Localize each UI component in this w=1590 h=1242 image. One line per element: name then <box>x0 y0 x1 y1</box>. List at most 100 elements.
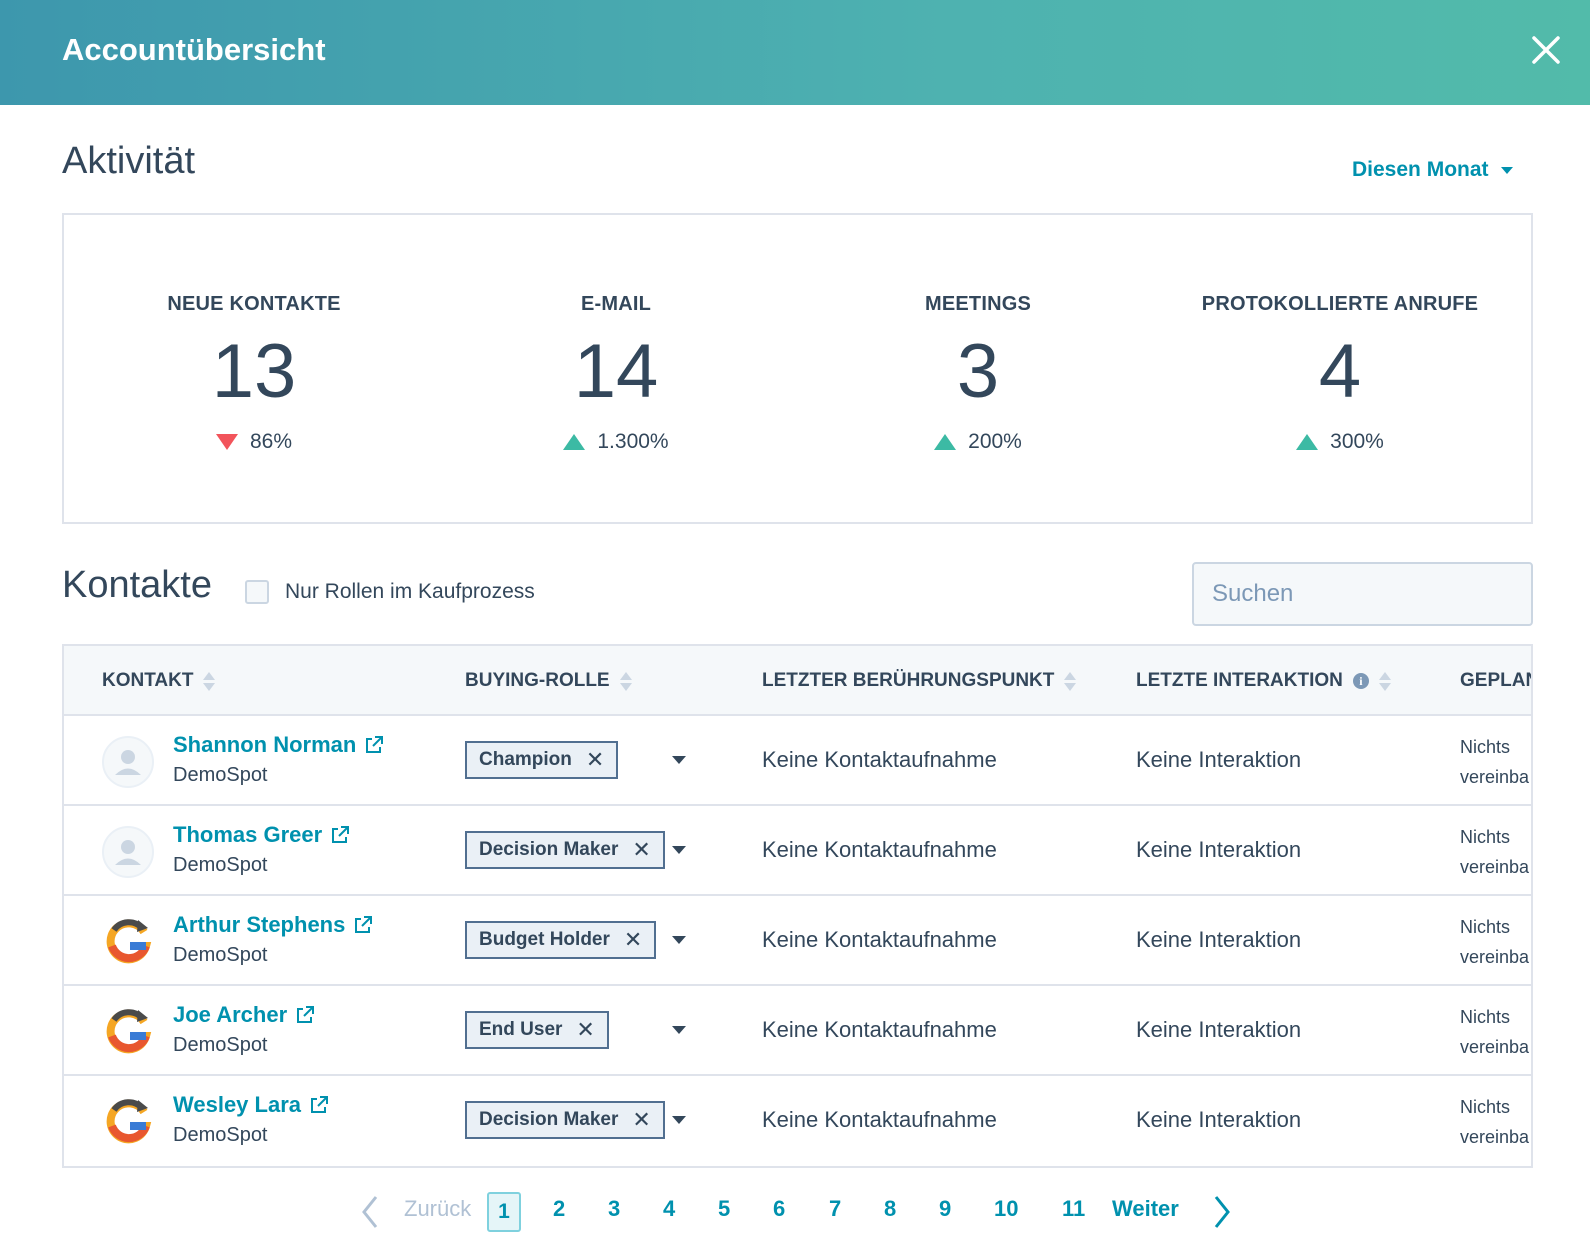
last-interaction: Keine Interaktion <box>1136 1107 1302 1132</box>
planned-line-2: vereinba <box>1460 947 1530 967</box>
contact-name-link[interactable]: Shannon Norman <box>173 732 384 758</box>
pagination-page[interactable]: 8 <box>884 1196 896 1222</box>
activity-stats: NEUE KONTAKTE 13 86% E-MAIL 14 1.300% ME… <box>62 213 1533 524</box>
contact-name: Joe Archer <box>173 1002 288 1027</box>
contact-company: DemoSpot <box>173 1124 268 1146</box>
column-header-buying-role[interactable]: BUYING-ROLLE <box>465 670 632 692</box>
pagination-page-current[interactable]: 1 <box>487 1192 521 1232</box>
trend-down-icon <box>215 434 238 450</box>
external-link-icon[interactable] <box>330 825 350 845</box>
pagination-page[interactable]: 10 <box>994 1196 1018 1222</box>
caret-down-icon <box>1500 166 1513 174</box>
role-dropdown-caret-icon[interactable] <box>672 846 686 854</box>
remove-tag-icon[interactable]: ✕ <box>586 749 604 771</box>
last-touchpoint: Keine Kontaktaufnahme <box>762 927 997 952</box>
column-header-label: LETZTER BERÜHRUNGSPUNKT <box>762 670 1055 691</box>
stat-value: 4 <box>1318 329 1362 414</box>
close-icon[interactable] <box>1526 30 1566 70</box>
stat-label: NEUE KONTAKTE <box>167 293 341 315</box>
pagination-page[interactable]: 7 <box>829 1196 841 1222</box>
external-link-icon[interactable] <box>353 915 373 935</box>
pagination-page[interactable]: 2 <box>553 1196 565 1222</box>
planned-line-2: vereinba <box>1460 1127 1530 1147</box>
period-dropdown[interactable]: Diesen Monat <box>1352 158 1513 182</box>
contact-name-link[interactable]: Thomas Greer <box>173 822 350 848</box>
buying-roles-filter-label: Nur Rollen im Kaufprozess <box>285 580 535 603</box>
column-header-label: KONTAKT <box>102 670 194 691</box>
pagination-page[interactable]: 6 <box>773 1196 785 1222</box>
chevron-left-icon[interactable] <box>360 1194 380 1230</box>
stat-value: 14 <box>573 329 659 414</box>
pagination-page[interactable]: 9 <box>939 1196 951 1222</box>
pagination-page[interactable]: 5 <box>718 1196 730 1222</box>
buying-role-label: End User <box>479 1019 563 1040</box>
company-logo-icon <box>106 1099 152 1144</box>
buying-role-tag: Decision Maker ✕ <box>465 1101 665 1139</box>
table-row: Thomas Greer DemoSpot Decision Maker ✕ K… <box>64 806 1531 896</box>
column-header-last-interaction[interactable]: LETZTE INTERAKTION i <box>1136 670 1391 692</box>
search-input[interactable] <box>1212 580 1522 608</box>
role-dropdown-caret-icon[interactable] <box>672 1026 686 1034</box>
buying-role-tag: Budget Holder ✕ <box>465 921 657 959</box>
stat-change-value: 300% <box>1330 430 1384 453</box>
pagination-page[interactable]: 3 <box>608 1196 620 1222</box>
contact-name-link[interactable]: Joe Archer <box>173 1002 315 1028</box>
planned-activity: Nichts vereinba <box>1460 1092 1531 1152</box>
contact-name-link[interactable]: Arthur Stephens <box>173 912 373 938</box>
last-touchpoint: Keine Kontaktaufnahme <box>762 747 997 772</box>
buying-role-label: Budget Holder <box>479 929 610 950</box>
table-row: Arthur Stephens DemoSpot Budget Holder ✕… <box>64 896 1531 986</box>
table-row: Joe Archer DemoSpot End User ✕ Keine Kon… <box>64 986 1531 1076</box>
company-logo-icon <box>106 919 152 964</box>
contact-name-link[interactable]: Wesley Lara <box>173 1092 329 1118</box>
planned-line-1: Nichts <box>1460 1097 1511 1117</box>
last-touchpoint: Keine Kontaktaufnahme <box>762 1017 997 1042</box>
last-interaction: Keine Interaktion <box>1136 747 1302 772</box>
buying-role-tag: End User ✕ <box>465 1011 609 1049</box>
pagination-prev[interactable]: Zurück <box>404 1196 471 1222</box>
pagination-page[interactable]: 4 <box>663 1196 675 1222</box>
last-touchpoint: Keine Kontaktaufnahme <box>762 837 997 862</box>
external-link-icon[interactable] <box>309 1095 329 1115</box>
role-dropdown-caret-icon[interactable] <box>672 756 686 764</box>
buying-roles-filter[interactable]: Nur Rollen im Kaufprozess <box>245 580 535 604</box>
stat-change: 1.300% <box>435 430 797 454</box>
planned-line-2: vereinba <box>1460 857 1530 877</box>
role-dropdown-caret-icon[interactable] <box>672 1116 686 1124</box>
person-avatar-icon <box>102 826 154 878</box>
last-interaction: Keine Interaktion <box>1136 837 1302 862</box>
column-header-last-touchpoint[interactable]: LETZTER BERÜHRUNGSPUNKT <box>762 670 1077 692</box>
sort-icon <box>203 671 216 691</box>
contact-company: DemoSpot <box>173 1034 268 1056</box>
remove-tag-icon[interactable]: ✕ <box>632 839 650 861</box>
planned-activity: Nichts vereinba <box>1460 1002 1531 1062</box>
external-link-icon[interactable] <box>364 735 384 755</box>
table-header: KONTAKT BUYING-ROLLE LETZTER BERÜHRUNGSP… <box>64 646 1531 716</box>
trend-up-icon <box>563 434 586 450</box>
column-header-contact[interactable]: KONTAKT <box>102 670 216 692</box>
buying-roles-checkbox[interactable] <box>245 580 269 604</box>
stat-email: E-MAIL 14 1.300% <box>435 293 797 454</box>
contact-company: DemoSpot <box>173 764 268 786</box>
buying-role-label: Decision Maker <box>479 1109 619 1130</box>
sort-icon <box>1378 671 1391 691</box>
planned-line-1: Nichts <box>1460 737 1511 757</box>
stat-value: 13 <box>211 329 297 414</box>
column-header-planned[interactable]: GEPLAN <box>1460 670 1531 692</box>
info-icon[interactable]: i <box>1352 673 1369 689</box>
company-logo-icon <box>106 1009 152 1054</box>
trend-up-icon <box>1296 434 1319 450</box>
remove-tag-icon[interactable]: ✕ <box>624 929 642 951</box>
sort-icon <box>1064 671 1077 691</box>
remove-tag-icon[interactable]: ✕ <box>632 1109 650 1131</box>
contact-name: Thomas Greer <box>173 822 323 847</box>
external-link-icon[interactable] <box>295 1005 315 1025</box>
sort-icon <box>619 671 632 691</box>
remove-tag-icon[interactable]: ✕ <box>576 1019 594 1041</box>
stat-change: 200% <box>797 430 1159 454</box>
chevron-right-icon[interactable] <box>1212 1194 1232 1230</box>
stat-change: 86% <box>73 430 435 454</box>
pagination-next[interactable]: Weiter <box>1112 1196 1179 1222</box>
role-dropdown-caret-icon[interactable] <box>672 936 686 944</box>
pagination-page[interactable]: 11 <box>1062 1196 1085 1222</box>
